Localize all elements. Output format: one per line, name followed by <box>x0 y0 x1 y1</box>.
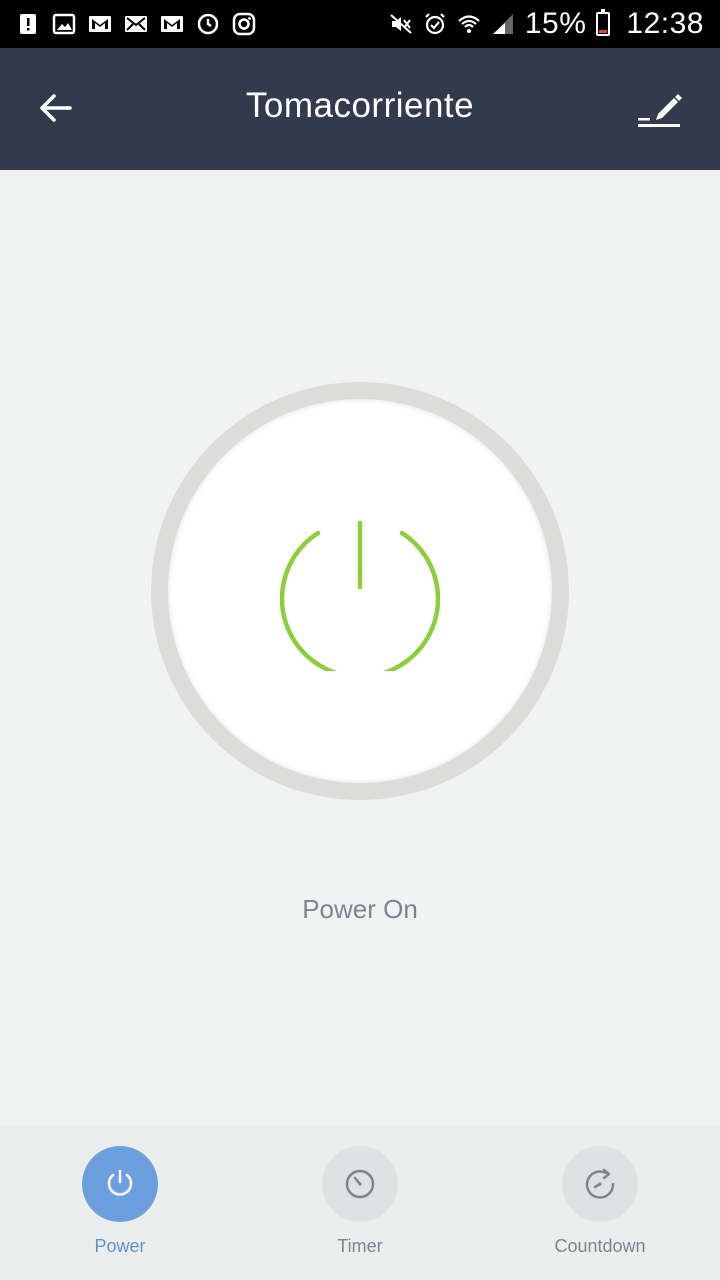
tab-label-timer: Timer <box>337 1236 383 1256</box>
tab-power[interactable]: Power <box>20 1146 220 1257</box>
battery-percent: 15% <box>524 7 587 40</box>
app-bar: Tomacorriente <box>0 48 720 170</box>
mute-icon <box>389 12 413 36</box>
edit-button[interactable] <box>636 82 684 130</box>
power-tab-circle <box>82 1146 158 1222</box>
wifi-icon <box>457 12 481 36</box>
tab-countdown[interactable]: Countdown <box>500 1146 700 1257</box>
tab-timer[interactable]: Timer <box>260 1146 460 1257</box>
alert-icon <box>16 12 40 36</box>
signal-icon <box>491 12 515 36</box>
notification-icons <box>0 12 256 36</box>
power-status-label: Power On <box>302 894 418 924</box>
clock: 12:38 <box>626 7 704 40</box>
battery-icon <box>596 9 611 36</box>
power-icon <box>280 520 440 671</box>
tab-label-countdown: Countdown <box>554 1236 646 1256</box>
mail-icon <box>124 12 148 36</box>
timer-tab-circle <box>322 1146 398 1222</box>
countdown-tab-circle <box>562 1146 638 1222</box>
status-bar: 15% 12:38 <box>0 0 720 48</box>
gmail-icon <box>88 12 112 36</box>
gmail-icon-2 <box>160 12 184 36</box>
timer-icon <box>345 1169 375 1199</box>
image-icon <box>52 12 76 36</box>
sync-icon <box>196 12 220 36</box>
alarm-icon <box>423 12 447 36</box>
page-title: Tomacorriente <box>245 86 475 125</box>
tab-label-power: Power <box>94 1236 146 1256</box>
bottom-tab-bar: Power Timer Countdown <box>0 1126 720 1280</box>
power-toggle-ring <box>151 382 569 800</box>
power-toggle-button[interactable] <box>168 399 552 783</box>
power-icon <box>107 1169 133 1196</box>
edit-pencil-icon <box>638 94 682 127</box>
instagram-icon <box>232 12 256 36</box>
system-icons: 15% 12:38 <box>389 7 720 41</box>
countdown-icon <box>585 1168 615 1199</box>
